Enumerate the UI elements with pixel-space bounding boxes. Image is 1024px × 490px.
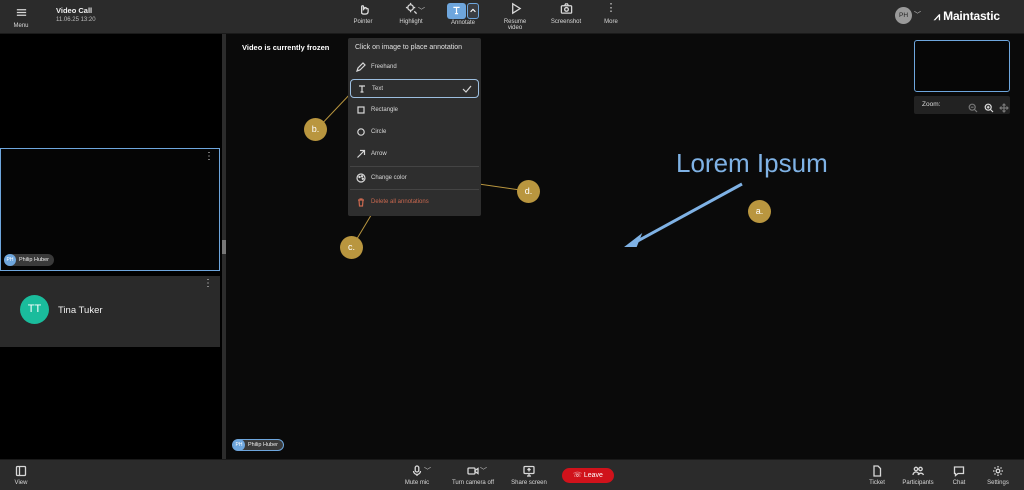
tool-freehand[interactable]: Freehand	[350, 58, 479, 77]
arrow-icon	[356, 149, 366, 159]
change-color-label: Change color	[371, 175, 407, 181]
delete-all-annotations-item[interactable]: Delete all annotations	[350, 193, 479, 212]
minimap[interactable]	[914, 40, 1010, 92]
hang-up-icon: ☏	[573, 472, 582, 479]
zoom-controls: Zoom:	[914, 96, 1010, 114]
tool-rectangle-label: Rectangle	[371, 107, 399, 113]
gear-icon	[986, 465, 1010, 477]
tool-circle[interactable]: Circle	[350, 123, 479, 142]
palette-icon	[356, 173, 366, 183]
leave-button[interactable]: ☏ Leave	[562, 468, 614, 483]
tool-rectangle[interactable]: Rectangle	[350, 101, 479, 120]
view-button[interactable]: View	[10, 465, 32, 486]
tool-arrow[interactable]: Arrow	[350, 145, 479, 164]
leave-label: Leave	[583, 472, 603, 479]
callout-marker-b: b.	[304, 118, 327, 141]
text-icon	[357, 84, 367, 94]
tool-text-label: Text	[372, 86, 384, 92]
menu-divider	[350, 189, 479, 190]
view-label: View	[14, 480, 28, 486]
delete-all-label: Delete all annotations	[371, 199, 429, 205]
annotate-dropdown: Click on image to place annotation Freeh…	[348, 38, 481, 216]
participants-label: Participants	[902, 480, 934, 486]
change-color-item[interactable]: Change color	[350, 169, 479, 188]
chat-button[interactable]: Chat	[950, 465, 968, 486]
tool-arrow-label: Arrow	[371, 151, 387, 157]
share-screen-label: Share screen	[511, 480, 547, 486]
video-camera-icon	[450, 465, 496, 477]
mic-options-chevron-icon[interactable]: ﹀	[424, 466, 431, 476]
annotate-dropdown-title: Click on image to place annotation	[355, 44, 463, 51]
tool-freehand-label: Freehand	[371, 64, 397, 70]
participants-button[interactable]: Participants	[900, 465, 936, 486]
check-icon	[462, 84, 472, 96]
zoom-in-icon[interactable]	[984, 100, 994, 113]
zoom-label: Zoom:	[922, 101, 941, 108]
callout-marker-d: d.	[517, 180, 540, 203]
share-screen-icon	[510, 465, 548, 477]
tool-text[interactable]: Text	[350, 79, 479, 98]
camera-options-chevron-icon[interactable]: ﹀	[480, 466, 487, 476]
zoom-out-icon[interactable]	[968, 100, 978, 113]
callout-marker-a: a.	[748, 200, 771, 223]
arrow-annotation[interactable]	[633, 182, 743, 245]
arrow-annotation-head	[624, 232, 643, 247]
camera-toggle-button[interactable]: Turn camera off	[450, 465, 496, 486]
pencil-icon	[356, 62, 366, 72]
chat-label: Chat	[952, 480, 966, 486]
rectangle-icon	[356, 105, 366, 115]
settings-button[interactable]: Settings	[986, 465, 1010, 486]
people-icon	[900, 465, 936, 477]
trash-icon	[356, 197, 366, 207]
pan-icon[interactable]	[999, 100, 1009, 113]
document-icon	[866, 465, 888, 477]
settings-label: Settings	[987, 480, 1009, 486]
tool-circle-label: Circle	[371, 129, 387, 135]
ticket-button[interactable]: Ticket	[866, 465, 888, 486]
camera-toggle-label: Turn camera off	[451, 480, 495, 486]
ticket-label: Ticket	[869, 480, 885, 486]
bottom-bar: View Mute mic ﹀ Turn camera off ﹀ Share …	[0, 459, 1024, 490]
chat-bubble-icon	[950, 465, 968, 477]
menu-divider	[350, 166, 479, 167]
annotation-overlay	[316, 90, 743, 248]
callout-marker-c: c.	[340, 236, 363, 259]
circle-icon	[356, 127, 366, 137]
layout-icon	[10, 465, 32, 477]
mute-mic-label: Mute mic	[404, 480, 430, 486]
share-screen-button[interactable]: Share screen	[510, 465, 548, 486]
